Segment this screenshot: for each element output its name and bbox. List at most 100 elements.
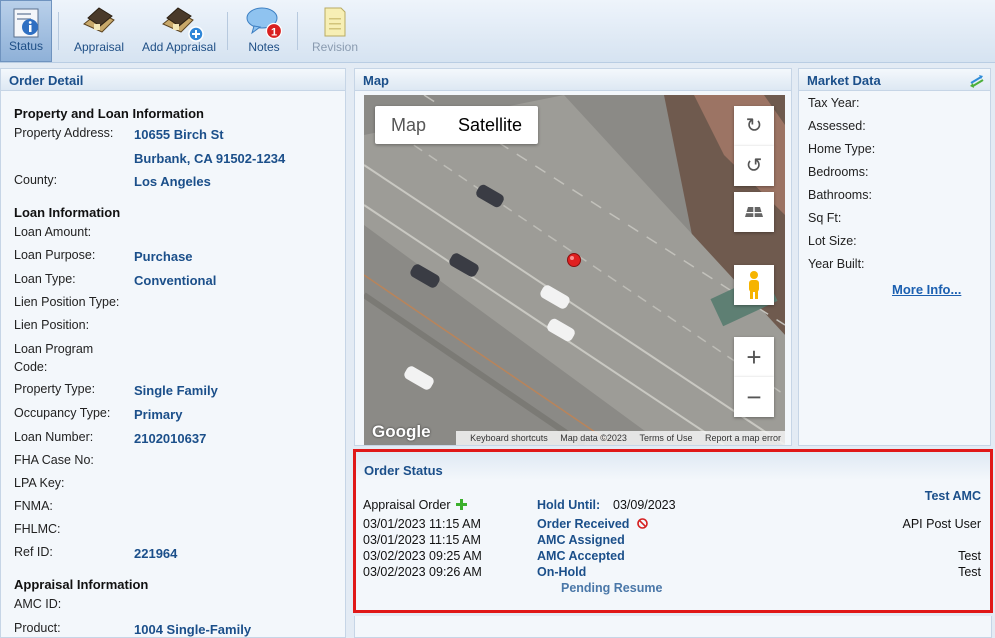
appraisal-button[interactable]: Appraisal — [66, 0, 132, 62]
toolbar-separator — [227, 12, 228, 50]
order-detail-panel: Order Detail Property and Loan Informati… — [0, 68, 346, 638]
tilt-view-button[interactable] — [734, 192, 774, 232]
lot-size-label: Lot Size: — [808, 234, 857, 248]
map-type-map-button[interactable]: Map — [375, 106, 442, 144]
cancel-circle-icon[interactable] — [637, 518, 648, 532]
rotate-clockwise-button[interactable]: ↻ — [734, 106, 774, 146]
tax-year-label: Tax Year: — [808, 96, 860, 110]
zoom-out-button[interactable]: − — [734, 377, 774, 417]
event-status: On-Hold — [537, 565, 587, 579]
add-plus-icon[interactable] — [456, 499, 468, 513]
lien-position-type-label: Lien Position Type: — [14, 295, 120, 309]
add-appraisal-button[interactable]: Add Appraisal — [138, 0, 220, 62]
map-title: Map — [355, 69, 791, 91]
hold-until-label: Hold Until: — [537, 498, 601, 512]
lpa-key-label: LPA Key: — [14, 476, 65, 490]
event-user: Test — [958, 549, 981, 563]
event-time: 03/01/2023 11:15 AM — [363, 517, 481, 531]
tilt-icon — [745, 207, 763, 217]
house-add-icon — [162, 7, 204, 42]
revision-document-icon — [324, 7, 346, 37]
event-status: Order Received — [537, 517, 648, 532]
toolbar: Status Appraisal Add Appraisal 1 Notes R… — [0, 0, 995, 63]
product-value: 1004 Single-Family — [134, 622, 252, 637]
ref-id-label: Ref ID: — [14, 545, 53, 559]
appraisal-section-heading: Appraisal Information — [14, 577, 149, 592]
loan-section-heading: Loan Information — [14, 205, 121, 220]
revision-button[interactable]: Revision — [305, 0, 365, 62]
fnma-label: FNMA: — [14, 499, 53, 513]
county-label: County: — [14, 173, 58, 187]
fha-case-label: FHA Case No: — [14, 453, 94, 467]
plus-icon: + — [746, 342, 762, 372]
bathrooms-label: Bathrooms: — [808, 188, 872, 202]
location-marker-icon[interactable] — [566, 252, 582, 268]
satellite-imagery — [364, 95, 785, 445]
more-info-link[interactable]: More Info... — [892, 282, 961, 297]
rotate-clockwise-icon: ↻ — [745, 115, 763, 137]
lien-position-label: Lien Position: — [14, 318, 90, 332]
terms-of-use-link[interactable]: Terms of Use — [639, 433, 692, 443]
report-map-error-link[interactable]: Report a map error — [705, 433, 781, 443]
event-status: AMC Accepted — [537, 549, 625, 563]
market-data-panel: Market Data Tax Year: Assessed: Home Typ… — [798, 68, 991, 446]
revision-button-label: Revision — [311, 40, 359, 54]
sq-ft-label: Sq Ft: — [808, 211, 842, 225]
keyboard-shortcuts-link[interactable]: Keyboard shortcuts — [470, 433, 548, 443]
hold-until-value: 03/09/2023 — [613, 498, 676, 512]
status-button-label: Status — [8, 39, 44, 53]
order-status-panel: Order Status Appraisal Order Hold Until:… — [353, 449, 993, 613]
loan-type-value: Conventional — [134, 273, 217, 288]
property-address-line2: Burbank, CA 91502-1234 — [134, 151, 286, 166]
order-detail-title: Order Detail — [1, 69, 345, 91]
zoom-in-button[interactable]: + — [734, 337, 774, 377]
house-icon — [83, 7, 115, 33]
add-appraisal-button-label: Add Appraisal — [141, 40, 217, 54]
pending-resume-link[interactable]: Pending Resume — [561, 581, 662, 595]
notes-badge: 1 — [271, 27, 277, 39]
notes-bubble-icon: 1 — [246, 7, 283, 40]
loan-purpose-value: Purchase — [134, 249, 193, 264]
map-data-text: Map data ©2023 — [560, 433, 627, 443]
google-logo: Google — [372, 422, 431, 441]
street-view-pegman[interactable] — [734, 265, 774, 305]
loan-number-value: 2102010637 — [134, 431, 207, 446]
event-status: AMC Assigned — [537, 533, 625, 547]
rotate-counterclockwise-button[interactable]: ↺ — [734, 146, 774, 186]
property-section-heading: Property and Loan Information — [14, 106, 204, 121]
status-info-icon — [13, 8, 39, 38]
loan-type-label: Loan Type: — [14, 272, 76, 286]
occupancy-type-label: Occupancy Type: — [14, 406, 111, 420]
event-time: 03/02/2023 09:25 AM — [363, 549, 482, 563]
event-status-text: Order Received — [537, 517, 630, 531]
occupancy-type-value: Primary — [134, 407, 183, 422]
county-value: Los Angeles — [134, 174, 211, 189]
notes-button-label: Notes — [248, 40, 280, 54]
fhlmc-label: FHLMC: — [14, 522, 61, 536]
loan-purpose-label: Loan Purpose: — [14, 248, 96, 262]
loan-number-label: Loan Number: — [14, 430, 94, 444]
event-user: Test — [958, 565, 981, 579]
appraisal-button-label: Appraisal — [73, 40, 125, 54]
map-panel: Map Map Satellite ↻ ↺ + − Google Keyboar… — [354, 68, 792, 446]
product-label: Product: — [14, 621, 61, 635]
event-time: 03/01/2023 11:15 AM — [363, 533, 481, 547]
appraisal-order-text: Appraisal Order — [363, 498, 451, 512]
refresh-arrows-icon[interactable] — [969, 74, 985, 88]
home-type-label: Home Type: — [808, 142, 876, 156]
rotate-counterclockwise-icon: ↺ — [745, 155, 763, 177]
status-button[interactable]: Status — [0, 0, 52, 62]
loan-program-code-label-1: Loan Program — [14, 342, 94, 356]
notes-button[interactable]: 1 Notes — [238, 0, 290, 62]
property-address-label: Property Address: — [14, 126, 114, 140]
amc-name: Test AMC — [924, 489, 981, 503]
map-type-toggle: Map Satellite — [375, 106, 539, 144]
map-type-satellite-button[interactable]: Satellite — [442, 106, 538, 144]
map-view[interactable]: Map Satellite ↻ ↺ + − Google Keyboard sh… — [364, 95, 785, 445]
toolbar-separator — [58, 12, 59, 50]
assessed-label: Assessed: — [808, 119, 866, 133]
property-address-line1: 10655 Birch St — [134, 127, 224, 142]
year-built-label: Year Built: — [808, 257, 865, 271]
event-time: 03/02/2023 09:26 AM — [363, 565, 482, 579]
market-data-title: Market Data — [799, 69, 990, 91]
